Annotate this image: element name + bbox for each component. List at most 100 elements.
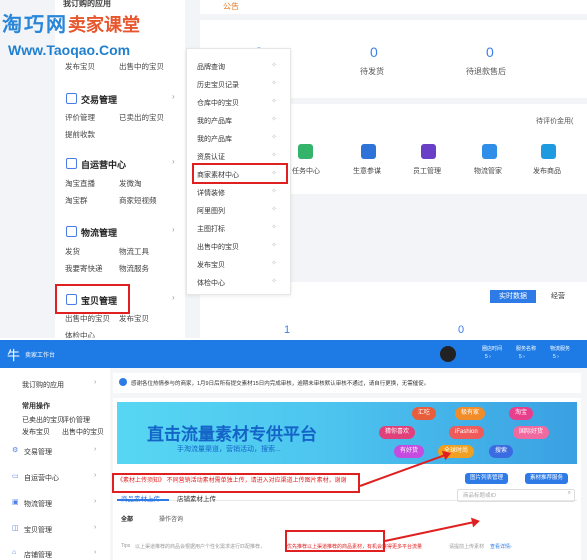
pin-icon[interactable]: ✧ bbox=[271, 97, 277, 105]
avatar[interactable] bbox=[440, 346, 456, 362]
banner-pill: 有好货 bbox=[394, 445, 425, 458]
sidebar-link[interactable]: 发货 bbox=[65, 246, 80, 257]
sidebar-section[interactable]: 店铺管理 bbox=[24, 550, 52, 560]
search-placeholder: 商品标题或ID bbox=[463, 493, 497, 499]
stat-value[interactable]: 0 bbox=[370, 44, 378, 60]
flyout-item[interactable]: 历史宝贝记录 bbox=[197, 80, 239, 90]
sidebar-link[interactable]: 我要寄快递 bbox=[65, 263, 103, 274]
sidebar-link[interactable]: 物流服务 bbox=[119, 263, 149, 274]
announcement-bar: 公告 bbox=[200, 0, 587, 14]
filter-ops[interactable]: 操作咨询 bbox=[159, 514, 183, 523]
tips-tail: 请提前上传素材 bbox=[449, 544, 485, 550]
filter-all[interactable]: 全部 bbox=[121, 514, 133, 523]
search-icon[interactable]: ⌕ bbox=[568, 490, 571, 497]
sidebar-link[interactable]: 出售中的宝贝 bbox=[119, 61, 164, 72]
sidebar-link[interactable]: 已卖出的宝贝 bbox=[22, 415, 64, 425]
chat-icon: ▭ bbox=[12, 473, 19, 480]
sidebar-link[interactable]: 淘宝直播 bbox=[65, 178, 95, 189]
header-stat-value[interactable]: 5 › bbox=[553, 354, 559, 360]
header-stat-value[interactable]: 5 › bbox=[519, 354, 525, 360]
logistics-icon: ▣ bbox=[12, 499, 19, 506]
sidebar-link[interactable]: 评价管理 bbox=[65, 112, 95, 123]
pin-icon[interactable]: ✧ bbox=[271, 133, 277, 141]
sidebar-link[interactable]: 发布宝贝 bbox=[22, 427, 50, 437]
tips-details-link[interactable]: 查看详情› bbox=[490, 543, 512, 550]
trade-icon bbox=[66, 93, 77, 104]
tab-indicator bbox=[117, 499, 169, 501]
pin-icon[interactable]: ✧ bbox=[271, 79, 277, 87]
flyout-item[interactable]: 品牌查询 bbox=[197, 62, 225, 72]
section-trade[interactable]: 交易管理 bbox=[81, 93, 117, 106]
header-stat-label: 物流服务 bbox=[550, 346, 571, 352]
top-screenshot: 我订购的应用 发布宝贝 出售中的宝贝 交易管理 › 评价管理 已卖出的宝贝 提前… bbox=[0, 0, 587, 338]
header-stat-label: 圈店时间 bbox=[482, 346, 503, 352]
quick-label[interactable]: 物流管家 bbox=[474, 166, 502, 176]
picture-list-button[interactable]: 图片列表管理 bbox=[465, 473, 509, 484]
sidebar-common-ops: 常用操作 bbox=[22, 403, 50, 410]
quick-label[interactable]: 生意参谋 bbox=[353, 166, 381, 176]
flyout-item[interactable]: 出售中的宝贝 bbox=[197, 242, 239, 252]
flyout-item[interactable]: 阿里图列 bbox=[197, 206, 225, 216]
pin-icon[interactable]: ✧ bbox=[271, 115, 277, 123]
quick-label[interactable]: 发布商品 bbox=[533, 166, 561, 176]
logo-icon: 牛 bbox=[7, 348, 21, 363]
tab-realtime[interactable]: 实时数据 bbox=[490, 290, 536, 303]
flyout-item[interactable]: 体检中心 bbox=[197, 278, 225, 288]
sidebar-link[interactable]: 淘宝群 bbox=[65, 195, 88, 206]
sidebar-link[interactable]: 体检中心 bbox=[65, 330, 95, 338]
sidebar-link[interactable]: 提前收款 bbox=[65, 129, 95, 140]
search-input[interactable]: 商品标题或ID ⌕ bbox=[457, 489, 575, 502]
quick-label[interactable]: 员工管理 bbox=[413, 166, 441, 176]
flyout-item[interactable]: 仓库中的宝贝 bbox=[197, 98, 239, 108]
business-advisor-icon[interactable] bbox=[361, 144, 376, 159]
sidebar-link[interactable]: 商家短视频 bbox=[119, 195, 157, 206]
tab-shop-upload[interactable]: 店铺素材上传 bbox=[177, 493, 216, 503]
flyout-item[interactable]: 发布宝贝 bbox=[197, 260, 225, 270]
pin-icon[interactable]: ✧ bbox=[271, 187, 277, 195]
sidebar-link[interactable]: 出售中的宝贝 bbox=[62, 427, 104, 437]
flyout-item[interactable]: 详情装修 bbox=[197, 188, 225, 198]
flyout-item[interactable]: 我的产品库 bbox=[197, 134, 232, 144]
task-center-icon[interactable] bbox=[298, 144, 313, 159]
banner-pill: 极有家 bbox=[455, 407, 486, 420]
pin-icon[interactable]: ✧ bbox=[271, 205, 277, 213]
sidebar-section[interactable]: 交易管理 bbox=[24, 447, 52, 457]
announcement-tag: 公告 bbox=[223, 2, 239, 11]
publish-icon[interactable] bbox=[541, 144, 556, 159]
tab-item-upload[interactable]: 商品素材上传 bbox=[121, 493, 160, 503]
flyout-item[interactable]: 资质认证 bbox=[197, 152, 225, 162]
flyout-item[interactable]: 主图打标 bbox=[197, 224, 225, 234]
pin-icon[interactable]: ✧ bbox=[271, 151, 277, 159]
quick-label[interactable]: 任务中心 bbox=[292, 166, 320, 176]
stat-value[interactable]: 0 bbox=[486, 44, 494, 60]
material-service-button[interactable]: 素材推荐服务 bbox=[525, 473, 569, 484]
sidebar-link[interactable]: 发微淘 bbox=[119, 178, 142, 189]
pin-icon[interactable]: ✧ bbox=[271, 241, 277, 249]
logistics-manager-icon[interactable] bbox=[482, 144, 497, 159]
sidebar-link[interactable]: 物流工具 bbox=[119, 246, 149, 257]
banner-pill: 国际好货 bbox=[513, 426, 550, 439]
banner: 直击流量素材专供平台 手淘流量渠道，营销活动，搜索... 汇吃 极有家 淘宝 猜… bbox=[117, 402, 577, 464]
section-logistics[interactable]: 物流管理 bbox=[81, 226, 117, 239]
pin-icon[interactable]: ✧ bbox=[271, 259, 277, 267]
sidebar-section[interactable]: 宝贝管理 bbox=[24, 525, 52, 535]
sidebar-link[interactable]: 发布宝贝 bbox=[119, 313, 149, 324]
info-icon bbox=[119, 378, 127, 386]
section-self-operation[interactable]: 自运营中心 bbox=[81, 158, 126, 171]
app-header: 牛 卖家工作台 圈店时间 5 › 服务名称 5 › 物流服务 5 › bbox=[0, 340, 587, 368]
sidebar-link[interactable]: 评价管理 bbox=[62, 415, 90, 425]
highlight-box bbox=[55, 284, 130, 314]
sidebar-link[interactable]: 已卖出的宝贝 bbox=[119, 112, 164, 123]
sidebar-link[interactable]: 出售中的宝贝 bbox=[65, 313, 110, 324]
sidebar-section[interactable]: 自运营中心 bbox=[24, 473, 59, 483]
tab-business[interactable]: 经营 bbox=[551, 290, 565, 303]
pin-icon[interactable]: ✧ bbox=[271, 277, 277, 285]
pin-icon[interactable]: ✧ bbox=[271, 61, 277, 69]
sidebar-link[interactable]: 发布宝贝 bbox=[65, 61, 95, 72]
staff-icon[interactable] bbox=[421, 144, 436, 159]
flyout-item[interactable]: 我的产品库 bbox=[197, 116, 232, 126]
pin-icon[interactable]: ✧ bbox=[271, 223, 277, 231]
header-stat-value[interactable]: 5 › bbox=[485, 354, 491, 360]
sidebar-my-apps[interactable]: 我订购的应用 bbox=[22, 380, 64, 390]
sidebar-section[interactable]: 物流管理 bbox=[24, 499, 52, 509]
